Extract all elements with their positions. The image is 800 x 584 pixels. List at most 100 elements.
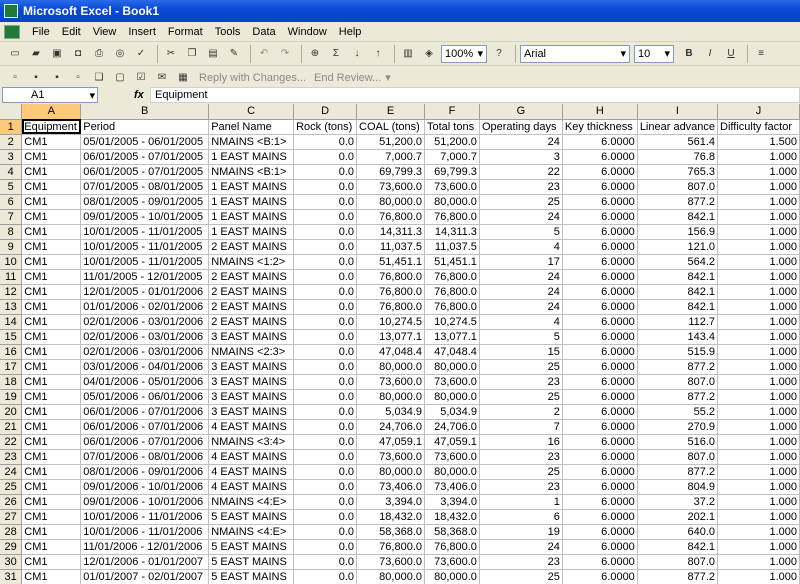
cell[interactable]: 0.0 (293, 464, 358, 480)
cell[interactable]: 6.0000 (562, 179, 638, 195)
row-header[interactable]: 24 (0, 464, 23, 480)
cut-icon[interactable]: ✂ (162, 45, 180, 63)
cell[interactable]: 0.0 (293, 134, 358, 150)
cell[interactable]: 4 (479, 314, 563, 330)
cell[interactable]: CM1 (21, 224, 82, 240)
cell[interactable]: 0.0 (293, 149, 358, 165)
select-all-corner[interactable] (0, 104, 23, 120)
cell[interactable]: CM1 (21, 569, 82, 584)
cell[interactable]: 47,048.4 (356, 344, 425, 360)
cell[interactable]: 877.2 (637, 359, 719, 375)
cell[interactable]: 06/01/2005 - 07/01/2005 (80, 164, 210, 180)
row-header[interactable]: 10 (0, 254, 23, 270)
cell[interactable]: Difficulty factor (717, 119, 800, 135)
row-header[interactable]: 12 (0, 284, 23, 300)
cell[interactable]: 877.2 (637, 569, 719, 584)
cell[interactable]: 3,394.0 (356, 494, 425, 510)
cell[interactable]: 4 EAST MAINS (208, 464, 295, 480)
cell[interactable]: 6.0000 (562, 299, 638, 315)
cell[interactable]: 11/01/2005 - 12/01/2005 (80, 269, 210, 285)
row-header[interactable]: 5 (0, 179, 23, 195)
row-header[interactable]: 17 (0, 359, 23, 375)
cell[interactable]: 807.0 (637, 179, 719, 195)
cell[interactable]: 1.500 (717, 134, 800, 150)
cell[interactable]: 1.000 (717, 149, 800, 165)
cell[interactable]: 807.0 (637, 449, 719, 465)
cell[interactable]: 1.000 (717, 359, 800, 375)
cell[interactable]: 73,600.0 (424, 374, 480, 390)
print-icon[interactable]: ⎙ (90, 45, 108, 63)
autosum-icon[interactable]: Σ (327, 45, 345, 63)
cell[interactable]: 1.000 (717, 164, 800, 180)
row-header[interactable]: 19 (0, 389, 23, 405)
cell[interactable]: 04/01/2006 - 05/01/2006 (80, 374, 210, 390)
cell[interactable]: 1.000 (717, 464, 800, 480)
cell[interactable]: 4 EAST MAINS (208, 479, 295, 495)
zoom-select[interactable]: 100% ▾ (441, 44, 487, 63)
cell[interactable]: 6.0000 (562, 374, 638, 390)
show-comment-icon[interactable]: ▫ (69, 69, 87, 87)
cell[interactable]: 0.0 (293, 539, 358, 555)
row-header[interactable]: 11 (0, 269, 23, 285)
cell[interactable]: 2 EAST MAINS (208, 299, 295, 315)
cell[interactable]: CM1 (21, 164, 82, 180)
show-all-comments-icon[interactable]: ❑ (90, 69, 108, 87)
cell[interactable]: 564.2 (637, 254, 719, 270)
row-header[interactable]: 14 (0, 314, 23, 330)
cell[interactable]: 0.0 (293, 314, 358, 330)
row-header[interactable]: 8 (0, 224, 23, 240)
cell[interactable]: CM1 (21, 374, 82, 390)
cell[interactable]: 09/01/2005 - 10/01/2005 (80, 209, 210, 225)
previous-comment-icon[interactable]: ▪ (27, 69, 45, 87)
cell[interactable]: 6.0000 (562, 164, 638, 180)
cell[interactable]: 143.4 (637, 329, 719, 345)
cell[interactable]: 15 (479, 344, 563, 360)
cell[interactable]: 24 (479, 134, 563, 150)
cell[interactable]: 0.0 (293, 479, 358, 495)
cell[interactable]: 80,000.0 (356, 569, 425, 584)
cell[interactable]: 24 (479, 299, 563, 315)
cell[interactable]: 0.0 (293, 269, 358, 285)
cell[interactable]: 6.0000 (562, 269, 638, 285)
cell[interactable]: 1 EAST MAINS (208, 149, 295, 165)
row-header[interactable]: 1 (0, 119, 23, 135)
column-header-d[interactable]: D (293, 104, 358, 120)
cell[interactable]: CM1 (21, 209, 82, 225)
cell[interactable]: 3 EAST MAINS (208, 389, 295, 405)
cell[interactable]: 06/01/2005 - 07/01/2005 (80, 149, 210, 165)
cell[interactable]: 842.1 (637, 269, 719, 285)
cell[interactable]: 25 (479, 389, 563, 405)
cell[interactable]: 10/01/2005 - 11/01/2005 (80, 254, 210, 270)
cell[interactable]: 6.0000 (562, 149, 638, 165)
cell[interactable]: CM1 (21, 149, 82, 165)
cell[interactable]: 51,200.0 (356, 134, 425, 150)
cell[interactable]: NMAINS <1:2> (208, 254, 295, 270)
toolbar-options-icon[interactable]: ▾ (385, 71, 391, 84)
cell[interactable]: CM1 (21, 509, 82, 525)
cell[interactable]: 24 (479, 539, 563, 555)
cell[interactable]: CM1 (21, 194, 82, 210)
cell[interactable]: CM1 (21, 419, 82, 435)
menu-file[interactable]: File (26, 26, 56, 38)
cell[interactable]: 121.0 (637, 239, 719, 255)
cell[interactable]: CM1 (21, 134, 82, 150)
cell[interactable]: 73,600.0 (424, 449, 480, 465)
cell[interactable]: 73,406.0 (424, 479, 480, 495)
cell[interactable]: Total tons (424, 119, 480, 135)
cell[interactable]: 10,274.5 (356, 314, 425, 330)
cell[interactable]: NMAINS <4:E> (208, 494, 295, 510)
cell[interactable]: 877.2 (637, 389, 719, 405)
cell[interactable]: CM1 (21, 479, 82, 495)
formula-input[interactable]: Equipment (150, 87, 800, 103)
cell[interactable]: 12/01/2005 - 01/01/2006 (80, 284, 210, 300)
column-header-c[interactable]: C (208, 104, 295, 120)
cell[interactable]: 6.0000 (562, 209, 638, 225)
cell[interactable]: 5,034.9 (424, 404, 480, 420)
cell[interactable]: 842.1 (637, 299, 719, 315)
cell[interactable]: 5 EAST MAINS (208, 569, 295, 584)
cell[interactable]: 55.2 (637, 404, 719, 420)
cell[interactable]: CM1 (21, 404, 82, 420)
cell[interactable]: 1.000 (717, 224, 800, 240)
cell[interactable]: 4 EAST MAINS (208, 419, 295, 435)
cell[interactable]: CM1 (21, 269, 82, 285)
